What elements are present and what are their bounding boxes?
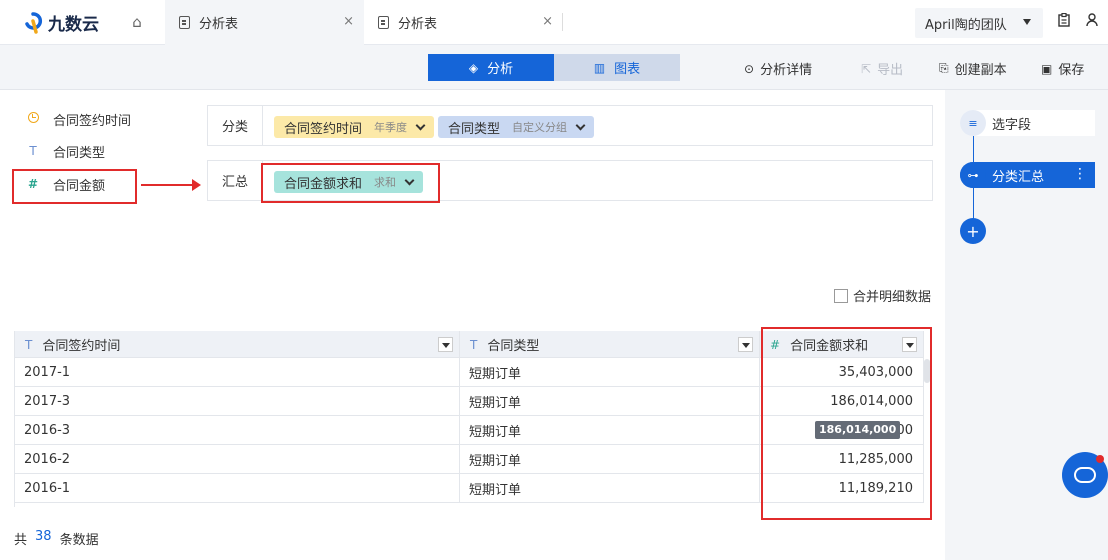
tab-label: 分析表 — [199, 17, 239, 32]
row-count-footer: 共 38 条数据 — [14, 529, 99, 548]
team-name: April陶的团队 — [925, 17, 1007, 33]
text-type-icon: T — [25, 337, 33, 352]
field-item-contract-type[interactable]: T 合同类型 — [26, 141, 105, 161]
more-options-icon[interactable]: ⋮ — [1073, 166, 1087, 182]
analysis-details-label: 分析详情 — [760, 63, 813, 78]
add-step-button[interactable]: + — [960, 218, 986, 244]
top-tab-bar: 九数云 ⌂ 分析表 × 分析表 × April陶的团队 — [0, 0, 1108, 45]
step-select-fields[interactable]: ≡ 选字段 — [960, 110, 1095, 136]
group-label: 分类 — [208, 106, 263, 145]
logo-icon — [25, 11, 43, 34]
tab-analysis-1[interactable]: 分析表 × — [165, 0, 364, 45]
date-field-icon — [26, 112, 40, 126]
toolbar: ◈ 分析 ▥ 图表 ⊙ 分析详情 ⇱ 导出 ⎘ 创建副本 ▣ 保存 — [0, 45, 1108, 90]
cell-type: 短期订单 — [460, 445, 760, 473]
user-icon[interactable] — [1086, 13, 1098, 31]
cell-type: 短期订单 — [460, 358, 760, 386]
notification-dot — [1096, 455, 1104, 463]
caret-down-icon — [1023, 19, 1031, 25]
chevron-down-icon[interactable] — [575, 120, 586, 130]
cell-type: 短期订单 — [460, 416, 760, 444]
create-copy-button[interactable]: ⎘ 创建副本 — [939, 59, 1007, 78]
annotation-arrow — [141, 179, 201, 191]
save-label: 保存 — [1058, 63, 1085, 78]
cell-date: 2016-3 — [15, 416, 460, 444]
merge-details-checkbox[interactable]: 合并明细数据 — [834, 286, 931, 305]
save-icon: ▣ — [1041, 61, 1053, 76]
team-select[interactable]: April陶的团队 — [915, 8, 1043, 38]
customer-service-button[interactable] — [1062, 452, 1108, 498]
annotation-box-summary-pill — [261, 163, 440, 203]
analysis-details-button[interactable]: ⊙ 分析详情 — [744, 59, 813, 79]
pill-label: 合同类型 — [448, 121, 501, 137]
tab-divider — [562, 13, 563, 31]
footer-prefix: 共 — [14, 533, 28, 548]
step-group-summary[interactable]: ⊶ 分类汇总 ⋮ — [960, 162, 1095, 188]
tab-label: 分析表 — [398, 17, 438, 32]
merge-details-label: 合并明细数据 — [853, 290, 932, 305]
column-title: 合同签约时间 — [42, 339, 121, 354]
annotation-box-amount-field — [12, 169, 137, 204]
logo-text: 九数云 — [48, 15, 99, 35]
copy-icon: ⎘ — [939, 61, 949, 75]
text-field-icon: T — [29, 144, 37, 158]
column-menu-dropdown[interactable] — [438, 337, 453, 352]
pill-sub-label: 年季度 — [374, 121, 408, 134]
annotation-box-amount-column — [761, 327, 932, 520]
group-row: 分类 合同签约时间 年季度 合同类型 自定义分组 — [207, 105, 933, 146]
home-icon[interactable]: ⌂ — [128, 13, 146, 31]
cell-date: 2017-3 — [15, 387, 460, 415]
step-label: 选字段 — [992, 117, 1032, 133]
group-pill-type[interactable]: 合同类型 自定义分组 — [438, 116, 595, 138]
footer-suffix: 条数据 — [59, 533, 99, 548]
document-icon — [179, 16, 190, 29]
text-type-icon: T — [470, 337, 478, 352]
field-item-contract-date[interactable]: 合同签约时间 — [26, 109, 131, 129]
create-copy-label: 创建副本 — [954, 63, 1007, 78]
column-header-contract-type[interactable]: T 合同类型 — [460, 331, 760, 358]
tab-analysis-2[interactable]: 分析表 × — [364, 0, 563, 45]
chat-icon — [1074, 467, 1096, 483]
chart-mode-button[interactable]: ▥ 图表 — [554, 54, 680, 81]
pill-sub-label: 自定义分组 — [512, 121, 568, 134]
field-label: 合同签约时间 — [53, 113, 132, 129]
column-title: 合同类型 — [487, 339, 540, 354]
export-label: 导出 — [877, 63, 904, 78]
pill-label: 合同签约时间 — [284, 121, 363, 137]
chevron-down-icon[interactable] — [415, 120, 426, 130]
checkbox-box[interactable] — [834, 288, 848, 303]
analysis-mode-button[interactable]: ◈ 分析 — [428, 54, 554, 81]
select-fields-icon: ≡ — [960, 110, 986, 136]
notes-icon[interactable] — [1058, 12, 1070, 31]
chart-mode-label: 图表 — [614, 62, 641, 77]
cell-date: 2016-2 — [15, 445, 460, 473]
layers-icon: ◈ — [468, 60, 479, 75]
field-label: 合同类型 — [53, 145, 106, 161]
column-header-contract-date[interactable]: T 合同签约时间 — [15, 331, 460, 358]
chart-icon: ▥ — [593, 60, 606, 75]
plus-icon: + — [966, 221, 980, 241]
hierarchy-icon: ⊶ — [960, 162, 986, 188]
scan-icon: ⊙ — [744, 61, 755, 76]
close-icon[interactable]: × — [542, 14, 553, 29]
cell-type: 短期订单 — [460, 474, 760, 502]
document-icon — [378, 16, 389, 29]
step-label: 分类汇总 — [992, 169, 1045, 185]
row-count: 38 — [35, 529, 52, 544]
cell-date: 2016-1 — [15, 474, 460, 502]
cell-date: 2017-1 — [15, 358, 460, 386]
export-button[interactable]: ⇱ 导出 — [861, 59, 904, 79]
close-icon[interactable]: × — [343, 14, 354, 29]
summary-label: 汇总 — [208, 161, 263, 200]
group-pill-date[interactable]: 合同签约时间 年季度 — [274, 116, 435, 138]
app-logo[interactable]: 九数云 — [22, 10, 99, 35]
analysis-mode-label: 分析 — [487, 62, 514, 77]
column-menu-dropdown[interactable] — [738, 337, 753, 352]
export-icon: ⇱ — [861, 61, 872, 76]
save-button[interactable]: ▣ 保存 — [1041, 59, 1085, 79]
cell-type: 短期订单 — [460, 387, 760, 415]
